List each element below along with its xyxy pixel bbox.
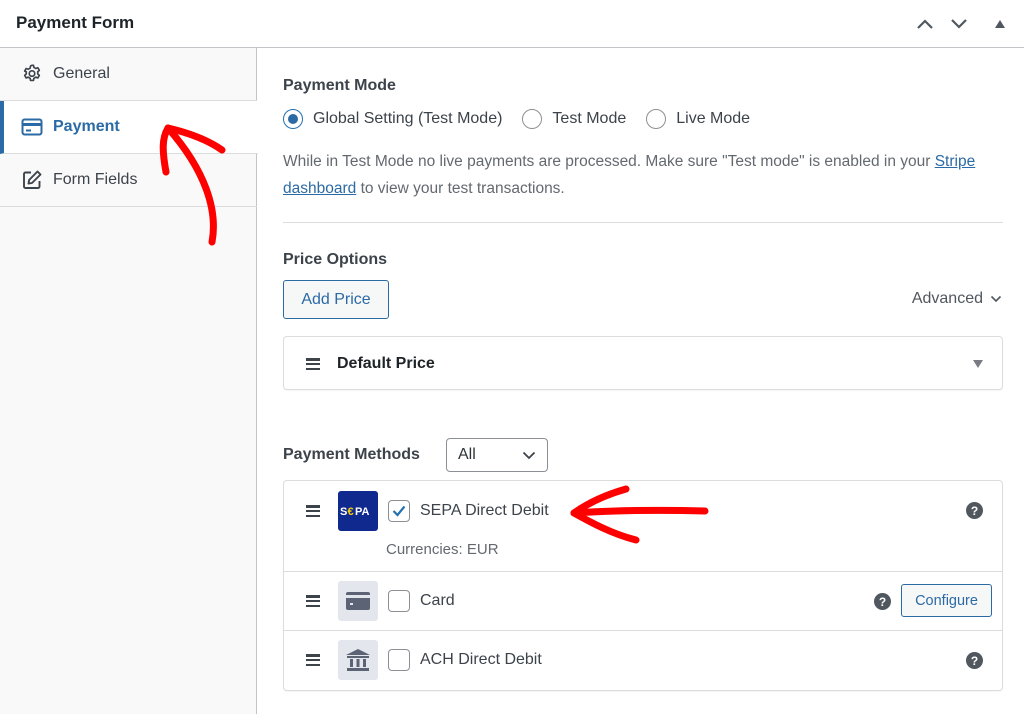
radio-global-setting[interactable] bbox=[283, 109, 303, 129]
filter-selected-value: All bbox=[458, 446, 476, 463]
tab-payment-label: Payment bbox=[53, 118, 120, 135]
price-item-default: Default Price bbox=[283, 336, 1003, 390]
panel-title: Payment Form bbox=[16, 13, 135, 32]
tab-payment[interactable]: Payment bbox=[0, 101, 258, 154]
payment-mode-radio-group: Global Setting (Test Mode) Test Mode Liv… bbox=[283, 109, 770, 129]
help-text-before: While in Test Mode no live payments are … bbox=[283, 153, 935, 170]
sepa-checkbox[interactable] bbox=[388, 500, 410, 522]
payment-method-card: Card ? Configure bbox=[284, 572, 1002, 631]
payment-methods-filter-select[interactable]: All bbox=[446, 438, 548, 472]
svg-text:€: € bbox=[348, 506, 354, 518]
radio-test-mode[interactable] bbox=[522, 109, 543, 129]
card-name: Card bbox=[420, 592, 455, 609]
card-checkbox[interactable] bbox=[388, 590, 410, 612]
chevron-down-icon bbox=[522, 451, 536, 460]
tab-form-fields[interactable]: Form Fields bbox=[0, 154, 257, 207]
price-item-label: Default Price bbox=[337, 355, 435, 372]
drag-handle-icon[interactable] bbox=[306, 505, 320, 517]
gear-icon bbox=[20, 62, 44, 86]
toggle-panel-button[interactable] bbox=[988, 12, 1012, 36]
ach-checkbox[interactable] bbox=[388, 649, 410, 671]
tab-general[interactable]: General bbox=[0, 48, 257, 101]
payment-mode-title: Payment Mode bbox=[283, 77, 396, 94]
panel-header: Payment Form bbox=[0, 0, 1024, 48]
move-down-button[interactable] bbox=[947, 12, 971, 36]
payment-methods-title: Payment Methods bbox=[283, 446, 420, 463]
help-icon[interactable]: ? bbox=[874, 593, 891, 610]
sepa-currencies: Currencies: EUR bbox=[386, 541, 499, 558]
radio-global-setting-label[interactable]: Global Setting (Test Mode) bbox=[313, 110, 502, 128]
move-up-button[interactable] bbox=[913, 12, 937, 36]
svg-text:S: S bbox=[340, 506, 347, 518]
payment-mode-help: While in Test Mode no live payments are … bbox=[283, 148, 1008, 202]
edit-icon bbox=[20, 168, 44, 192]
credit-card-icon bbox=[20, 115, 44, 139]
sepa-logo: S € PA bbox=[338, 491, 378, 531]
triangle-up-icon bbox=[995, 20, 1005, 28]
help-icon[interactable]: ? bbox=[966, 652, 983, 669]
tab-form-fields-label: Form Fields bbox=[53, 171, 138, 188]
checkmark-icon bbox=[392, 505, 406, 517]
drag-handle-icon[interactable] bbox=[306, 595, 320, 607]
tab-general-label: General bbox=[53, 65, 110, 82]
advanced-toggle[interactable]: Advanced bbox=[912, 290, 1002, 308]
chevron-down-icon bbox=[990, 295, 1002, 303]
expand-triangle-icon[interactable] bbox=[972, 359, 984, 369]
payment-methods-list: S € PA SEPA Direct Debit Currencies: EUR ?… bbox=[283, 480, 1003, 691]
radio-test-mode-label[interactable]: Test Mode bbox=[552, 110, 626, 128]
payment-method-sepa: S € PA SEPA Direct Debit Currencies: EUR ? bbox=[284, 481, 1002, 572]
svg-text:PA: PA bbox=[355, 506, 370, 518]
section-divider bbox=[283, 222, 1003, 223]
chevron-up-icon bbox=[917, 19, 933, 29]
sidebar: General Payment Form Fields bbox=[0, 48, 258, 714]
add-price-button[interactable]: Add Price bbox=[283, 280, 389, 319]
payment-settings-panel: Payment Mode Global Setting (Test Mode) … bbox=[258, 48, 1024, 714]
radio-live-mode-label[interactable]: Live Mode bbox=[676, 110, 750, 128]
radio-live-mode[interactable] bbox=[646, 109, 667, 129]
drag-handle-icon[interactable] bbox=[306, 358, 320, 370]
payment-method-ach: ACH Direct Debit ? bbox=[284, 631, 1002, 690]
advanced-label: Advanced bbox=[911, 290, 983, 307]
drag-handle-icon[interactable] bbox=[306, 654, 320, 666]
configure-button[interactable]: Configure bbox=[901, 584, 992, 617]
sepa-name: SEPA Direct Debit bbox=[420, 502, 549, 519]
help-text-after: to view your test transactions. bbox=[356, 180, 565, 197]
credit-card-icon bbox=[338, 581, 378, 621]
help-icon[interactable]: ? bbox=[966, 502, 983, 519]
chevron-down-icon bbox=[951, 19, 967, 29]
price-options-title: Price Options bbox=[283, 251, 388, 268]
bank-icon bbox=[338, 640, 378, 680]
ach-name: ACH Direct Debit bbox=[420, 651, 542, 668]
